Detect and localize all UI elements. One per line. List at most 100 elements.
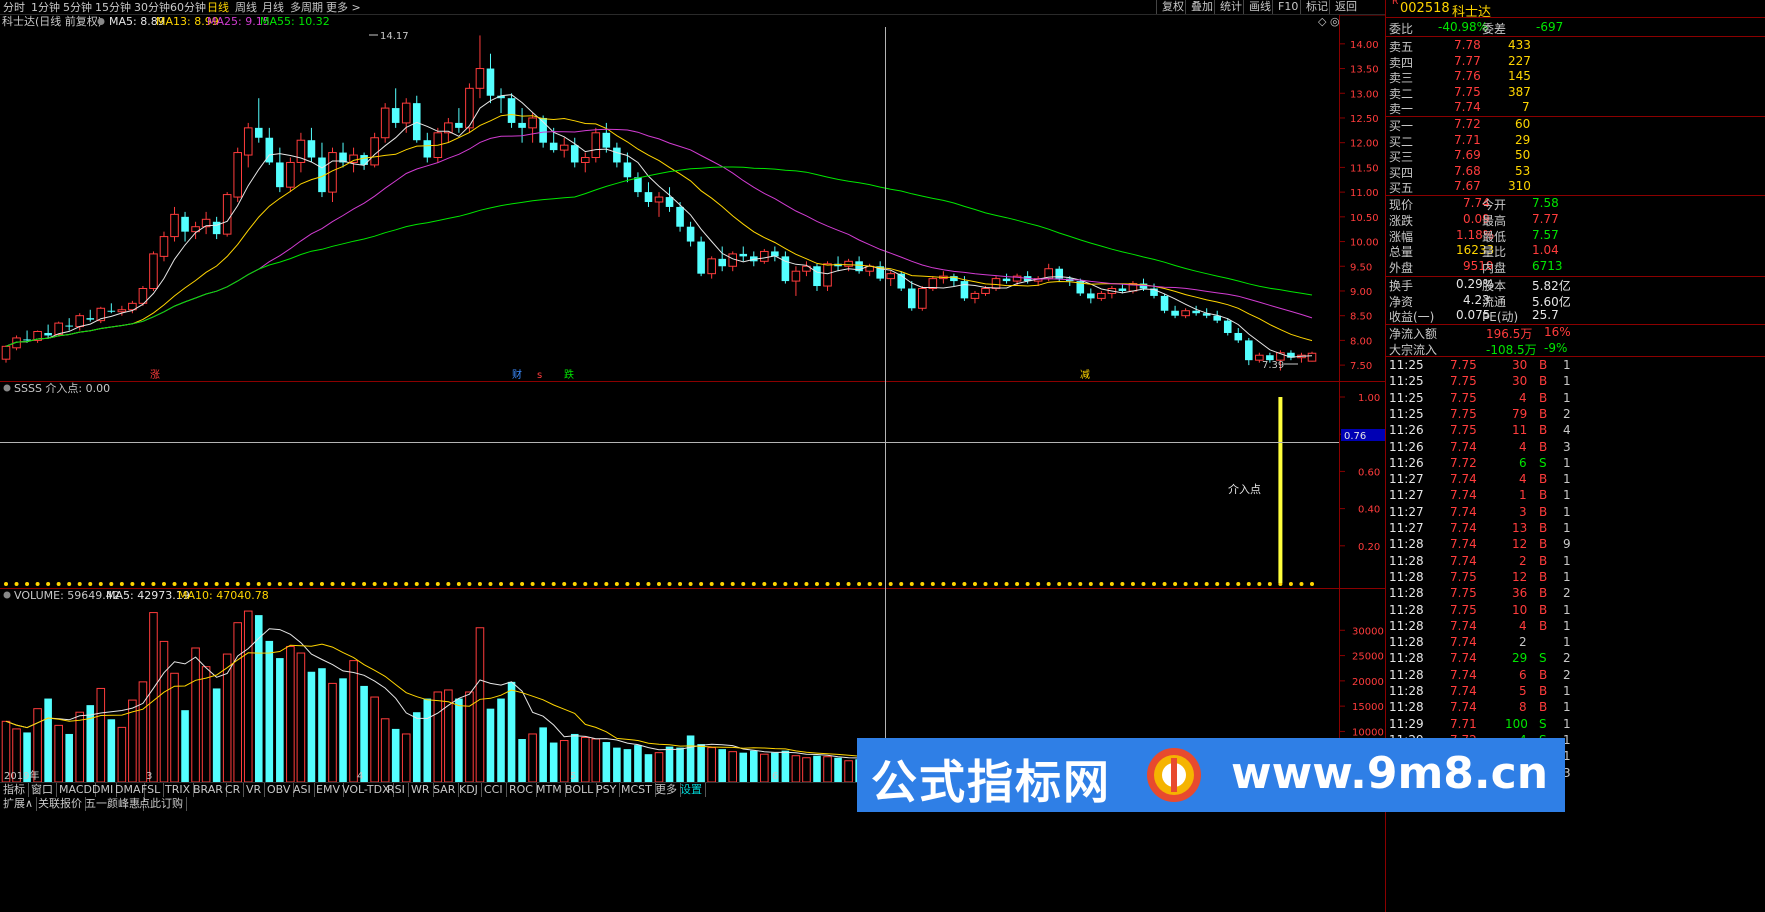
tab-asi[interactable]: ASI — [290, 783, 315, 797]
period-tab-more[interactable]: 更多 > — [326, 0, 361, 15]
tick-side: B — [1539, 667, 1548, 682]
ask-volume: 227 — [1508, 53, 1531, 68]
ask-price[interactable]: 7.75 — [1454, 85, 1481, 99]
tick-side: B — [1539, 602, 1548, 617]
indicator-zero-dot — [35, 582, 40, 586]
event-marker[interactable]: s — [537, 370, 542, 381]
ask-label: 卖四 — [1389, 55, 1414, 70]
stock-label: 科士达(日线 前复权) — [2, 15, 102, 28]
candle-body — [44, 332, 52, 336]
tab-indicator[interactable]: 指标 — [0, 783, 29, 797]
bid-price[interactable]: 7.69 — [1454, 148, 1481, 162]
indicator-zero-dot — [1257, 582, 1262, 586]
tick-time: 11:28 — [1389, 651, 1424, 666]
volume-bar — [802, 757, 811, 782]
period-tab-60min[interactable]: 60分钟 — [170, 0, 206, 15]
diamond-icon[interactable]: ◇ — [1318, 15, 1327, 28]
indicator-zero-dot — [899, 582, 904, 586]
tick-volume: 6 — [1519, 667, 1527, 682]
indicator-zero-dot — [772, 582, 777, 586]
tick-side: B — [1539, 700, 1548, 715]
tab-rsi[interactable]: RSI — [384, 783, 409, 797]
ask-price[interactable]: 7.76 — [1454, 69, 1481, 83]
tab-vr[interactable]: VR — [243, 783, 266, 797]
indicator-zero-dot — [1152, 582, 1157, 586]
tab-sar[interactable]: SAR — [430, 783, 460, 797]
tick-price: 7.72 — [1450, 455, 1477, 470]
indicator-tick-label: 0.20 — [1358, 542, 1380, 553]
collapse-icon[interactable]: ◎ — [1330, 15, 1340, 28]
tick-count: 1 — [1563, 635, 1571, 650]
tab-cci[interactable]: CCI — [481, 783, 507, 797]
price-axis: 14.00 13.50 13.00 12.50 12.00 11.50 11.00 10.50… — [1339, 40, 1379, 372]
tick-count: 1 — [1563, 700, 1571, 715]
bid-price[interactable]: 7.68 — [1454, 164, 1481, 178]
tab-psy[interactable]: PSY — [593, 783, 621, 797]
ask-price[interactable]: 7.77 — [1454, 54, 1481, 68]
period-tab-weekly[interactable]: 周线 — [235, 0, 257, 15]
stock-code[interactable]: 002518 — [1400, 1, 1450, 16]
ask-label: 卖三 — [1389, 71, 1414, 86]
indicator-zero-dot — [246, 582, 251, 586]
event-marker[interactable]: 涨 — [150, 369, 160, 381]
tab-kdj[interactable]: KDJ — [456, 783, 482, 797]
expand-button[interactable]: 扩展∧ — [0, 797, 38, 811]
settings-dot-icon[interactable] — [97, 18, 105, 25]
tab-cr[interactable]: CR — [222, 783, 245, 797]
indicator-zero-dot — [720, 582, 725, 586]
back-button[interactable]: 返回 — [1329, 0, 1362, 14]
bid-price[interactable]: 7.67 — [1454, 179, 1481, 193]
candle-body — [1171, 310, 1179, 316]
tab-settings[interactable]: 设置 — [677, 783, 706, 797]
volume-bar — [328, 682, 337, 782]
volume-tick-label: 20000 — [1352, 677, 1384, 688]
tick-side: B — [1539, 439, 1548, 454]
chart-area[interactable]: 科士达(日线 前复权) MA5: 8.89 MA13: 8.99 MA25: 9… — [0, 15, 1385, 782]
candle-body — [613, 147, 621, 163]
volume-ma10: MA10: 47040.78 — [178, 589, 269, 602]
ask-price[interactable]: 7.78 — [1454, 38, 1481, 52]
tab-mcst[interactable]: MCST — [618, 783, 656, 797]
indicator-zero-dot — [161, 582, 166, 586]
settings-dot-icon[interactable] — [3, 591, 11, 599]
period-tab-1min[interactable]: 1分钟 — [31, 0, 60, 15]
tab-window[interactable]: 窗口 — [28, 783, 57, 797]
promo-tab[interactable]: 五一颜峰惠 — [82, 797, 144, 811]
subscribe-link[interactable]: 点此订购 — [136, 797, 187, 811]
period-tab-monthly[interactable]: 月线 — [262, 0, 284, 15]
tick-side: S — [1539, 716, 1547, 731]
period-tab-30min[interactable]: 30分钟 — [134, 0, 170, 15]
event-marker[interactable]: 财 — [512, 368, 522, 381]
event-marker[interactable]: 减 — [1080, 369, 1090, 381]
indicator-zero-dot — [951, 582, 956, 586]
candle-body — [1307, 352, 1317, 362]
period-tab-15min[interactable]: 15分钟 — [95, 0, 131, 15]
candle-body — [697, 241, 705, 274]
signal-bar[interactable] — [1278, 397, 1283, 583]
tick-count: 1 — [1563, 569, 1571, 584]
indicator-zero-dot — [298, 582, 303, 586]
related-quote-tab[interactable]: 关联报价 — [35, 797, 86, 811]
tab-mtm[interactable]: MTM — [533, 783, 566, 797]
quote-flag: R — [1392, 0, 1399, 7]
period-tab-fenshi[interactable]: 分时 — [3, 0, 25, 15]
tab-fsl[interactable]: FSL — [138, 783, 165, 797]
bid-price[interactable]: 7.71 — [1454, 133, 1481, 147]
period-tab-multi[interactable]: 多周期 — [290, 0, 323, 15]
tick-count: 1 — [1563, 488, 1571, 503]
settings-dot-icon[interactable] — [3, 384, 11, 392]
ask-price[interactable]: 7.74 — [1454, 100, 1481, 114]
volume-bar — [697, 744, 705, 782]
period-tab-5min[interactable]: 5分钟 — [63, 0, 92, 15]
candle-body — [886, 273, 896, 280]
indicator-zero-dot — [446, 582, 451, 586]
tick-count: 1 — [1563, 504, 1571, 519]
stat-label: 外盘 — [1389, 261, 1414, 276]
indicator-zero-dot — [1236, 582, 1241, 586]
period-tab-daily[interactable]: 日线 — [207, 0, 229, 15]
tab-boll[interactable]: BOLL — [562, 783, 598, 797]
bid-price[interactable]: 7.72 — [1454, 117, 1481, 131]
event-marker[interactable]: 跌 — [564, 368, 574, 381]
indicator-zero-dot — [14, 582, 19, 586]
f10-button[interactable]: F10 — [1272, 0, 1303, 14]
